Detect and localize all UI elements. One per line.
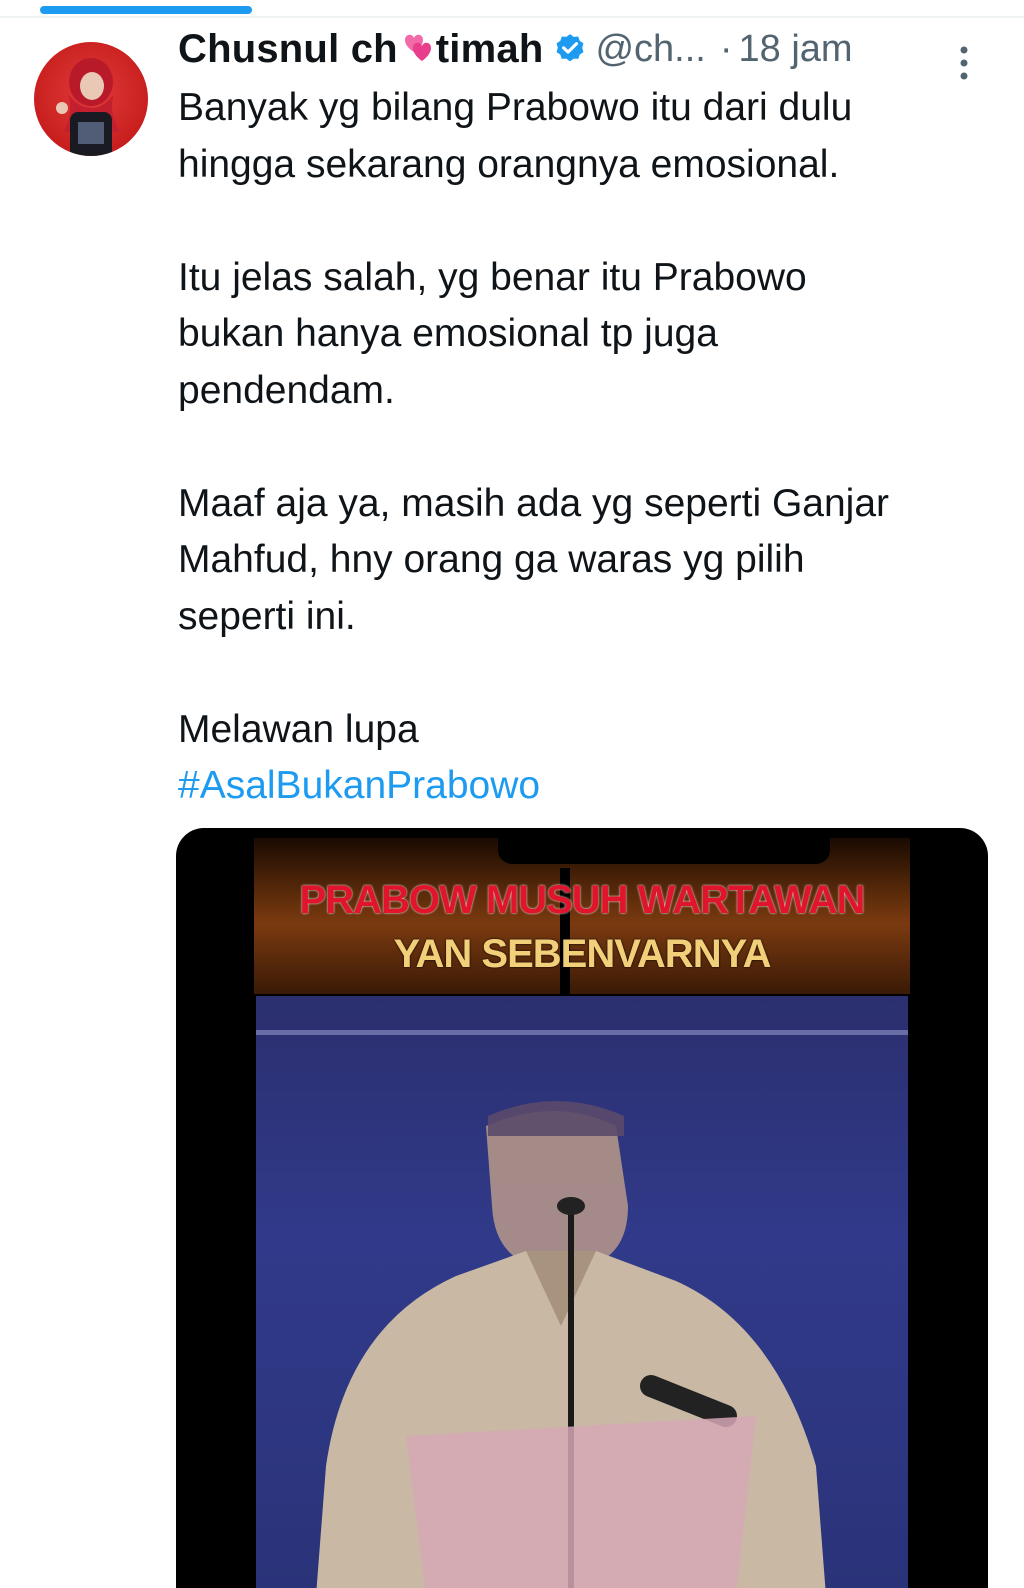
tweet-line: Banyak yg bilang Prabowo itu dari dulu [178,86,853,129]
verified-badge-icon [557,34,584,62]
separator-dot: · [719,27,733,70]
tweet-line: Melawan lupa [178,707,419,751]
tweet-timestamp[interactable]: 18 jam [739,28,853,71]
tweet-line: hingga sekarang orangnya emosional. [178,142,840,186]
tweet-header: Chusnul ch timah @ch... · 18 jam [178,24,978,74]
tweet-line: pendendam. [178,368,395,412]
author-name[interactable]: Chusnul ch timah [178,27,543,72]
video-player[interactable]: PRABOW MUSUH WARTAWAN YAN SEBENVARNYA [176,828,988,1588]
author-name-part2: timah [435,26,544,71]
tweet-line: Maaf aja ya, masih ada yg seperti Ganjar [178,481,890,525]
tweet-line: bukan hanya emosional tp juga [178,312,718,355]
tweet-line: Mahfud, hny orang ga waras yg pilih [178,538,805,581]
banner-caption-line1: PRABOW MUSUH WARTAWAN [299,878,866,922]
tweet-line: Itu jelas salah, yg benar itu Prabowo [178,255,807,299]
avatar[interactable] [34,42,148,156]
tweet-text: Banyak yg bilang Prabowo itu dari dulu h… [178,80,988,815]
two-hearts-icon [397,30,437,66]
author-name-part1: Chusnul ch [178,26,398,71]
avatar-photo [56,58,120,156]
hashtag-link[interactable]: #AsalBukanPrabowo [178,758,988,815]
tweet[interactable]: Chusnul ch timah @ch... · 18 jam Banyak … [0,18,1024,1588]
video-frame [256,996,908,1588]
video-banner: PRABOW MUSUH WARTAWAN YAN SEBENVARNYA [254,838,910,994]
loading-progress-bar [40,6,252,14]
author-handle[interactable]: @ch... [595,28,705,71]
tweet-line: seperti ini. [178,594,356,638]
banner-caption-line2: YAN SEBENVARNYA [393,932,772,976]
more-options-icon[interactable] [948,44,980,84]
